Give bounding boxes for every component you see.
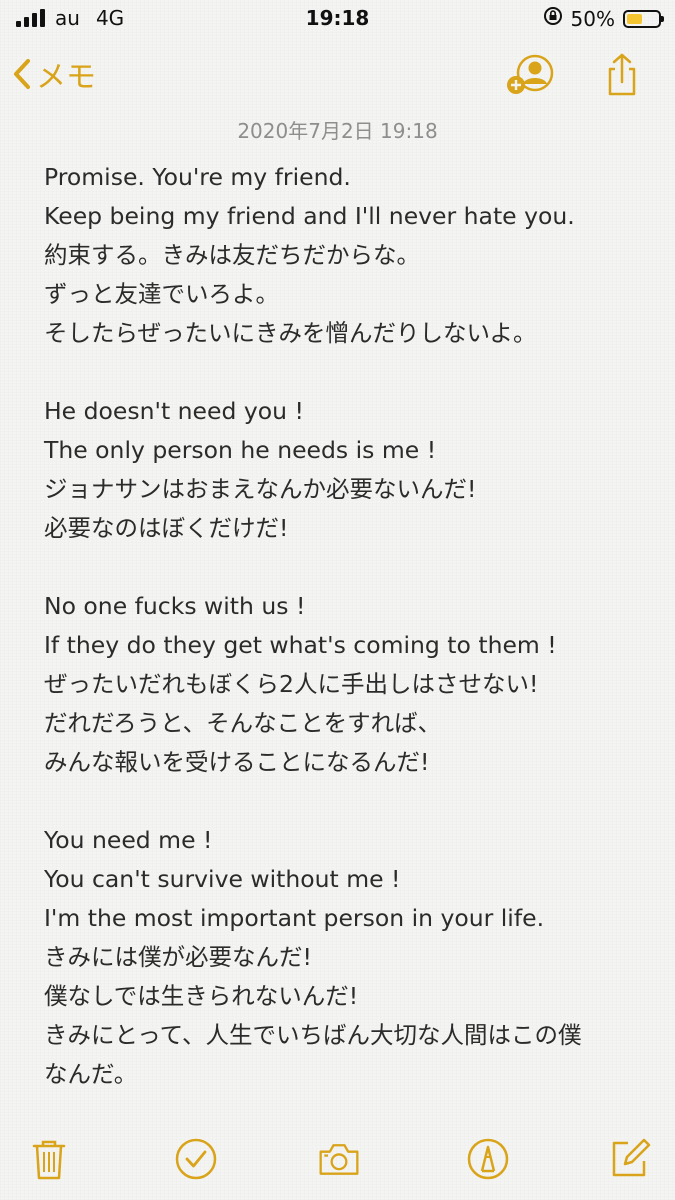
note-line: Keep being my friend and I'll never hate… bbox=[44, 202, 575, 230]
note-line: ずっと友達でいろよ。 bbox=[44, 280, 279, 308]
rotation-lock-icon bbox=[543, 6, 563, 31]
note-line: I'm the most important person in your li… bbox=[44, 904, 545, 932]
note-line: He doesn't need you ! bbox=[44, 397, 304, 425]
note-line: みんな報いを受けることになるんだ! bbox=[44, 748, 430, 776]
note-line: きみにとって、人生でいちばん大切な人間はこの僕 bbox=[44, 1021, 582, 1049]
status-right: 50% bbox=[543, 6, 664, 31]
note-line: 僕なしでは生きられないんだ! bbox=[44, 982, 359, 1010]
note-line: No one fucks with us ! bbox=[44, 592, 306, 620]
note-line: ぜったいだれもぼくら2人に手出しはさせない! bbox=[44, 670, 539, 698]
camera-icon bbox=[319, 1144, 359, 1175]
note-line: ジョナサンはおまえなんか必要ないんだ! bbox=[44, 475, 477, 503]
nav-bar: メモ bbox=[0, 48, 675, 104]
bottom-toolbar bbox=[0, 1130, 675, 1190]
note-line: You need me ! bbox=[44, 826, 213, 854]
note-line: Promise. You're my friend. bbox=[44, 163, 351, 191]
note-blank-line bbox=[44, 353, 654, 392]
chevron-left-icon bbox=[14, 59, 30, 89]
note-line: If they do they get what's coming to the… bbox=[44, 631, 557, 659]
battery-fill bbox=[627, 13, 642, 24]
battery-percent: 50% bbox=[570, 6, 615, 31]
note-line: 約束する。きみは友だちだからな。 bbox=[44, 241, 420, 269]
note-blank-line bbox=[44, 548, 654, 587]
back-button-label: メモ bbox=[36, 60, 96, 95]
note-line: The only person he needs is me ! bbox=[44, 436, 437, 464]
note-line: だれだろうと、そんなことをすれば、 bbox=[44, 709, 442, 737]
note-line: きみには僕が必要なんだ! bbox=[44, 943, 312, 971]
add-person-button[interactable] bbox=[503, 52, 555, 102]
back-button[interactable]: メモ bbox=[12, 52, 96, 96]
note-body[interactable]: Promise. You're my friend. Keep being my … bbox=[44, 158, 654, 1094]
share-icon bbox=[608, 53, 636, 96]
markup-icon bbox=[467, 1138, 509, 1180]
delete-button[interactable] bbox=[27, 1134, 71, 1184]
add-person-icon bbox=[507, 54, 554, 94]
note-timestamp: 2020年7月2日 19:18 bbox=[237, 119, 438, 143]
battery-icon bbox=[623, 9, 664, 28]
camera-button[interactable] bbox=[317, 1134, 361, 1184]
note-line: なんだ。 bbox=[44, 1060, 138, 1088]
note-line: そしたらぜったいにきみを憎んだりしないよ。 bbox=[44, 319, 537, 347]
note-line: You can't survive without me ! bbox=[44, 865, 401, 893]
compose-button[interactable] bbox=[608, 1134, 652, 1184]
checklist-icon bbox=[175, 1138, 217, 1180]
markup-button[interactable] bbox=[466, 1134, 510, 1184]
compose-icon bbox=[612, 1138, 651, 1177]
note-line: 必要なのはぼくだけだ! bbox=[44, 514, 289, 542]
status-bar: au 4G 19:18 50% bbox=[0, 0, 675, 38]
share-button[interactable] bbox=[604, 52, 640, 102]
checklist-button[interactable] bbox=[174, 1134, 218, 1184]
note-blank-line bbox=[44, 782, 654, 821]
trash-icon bbox=[32, 1140, 66, 1180]
